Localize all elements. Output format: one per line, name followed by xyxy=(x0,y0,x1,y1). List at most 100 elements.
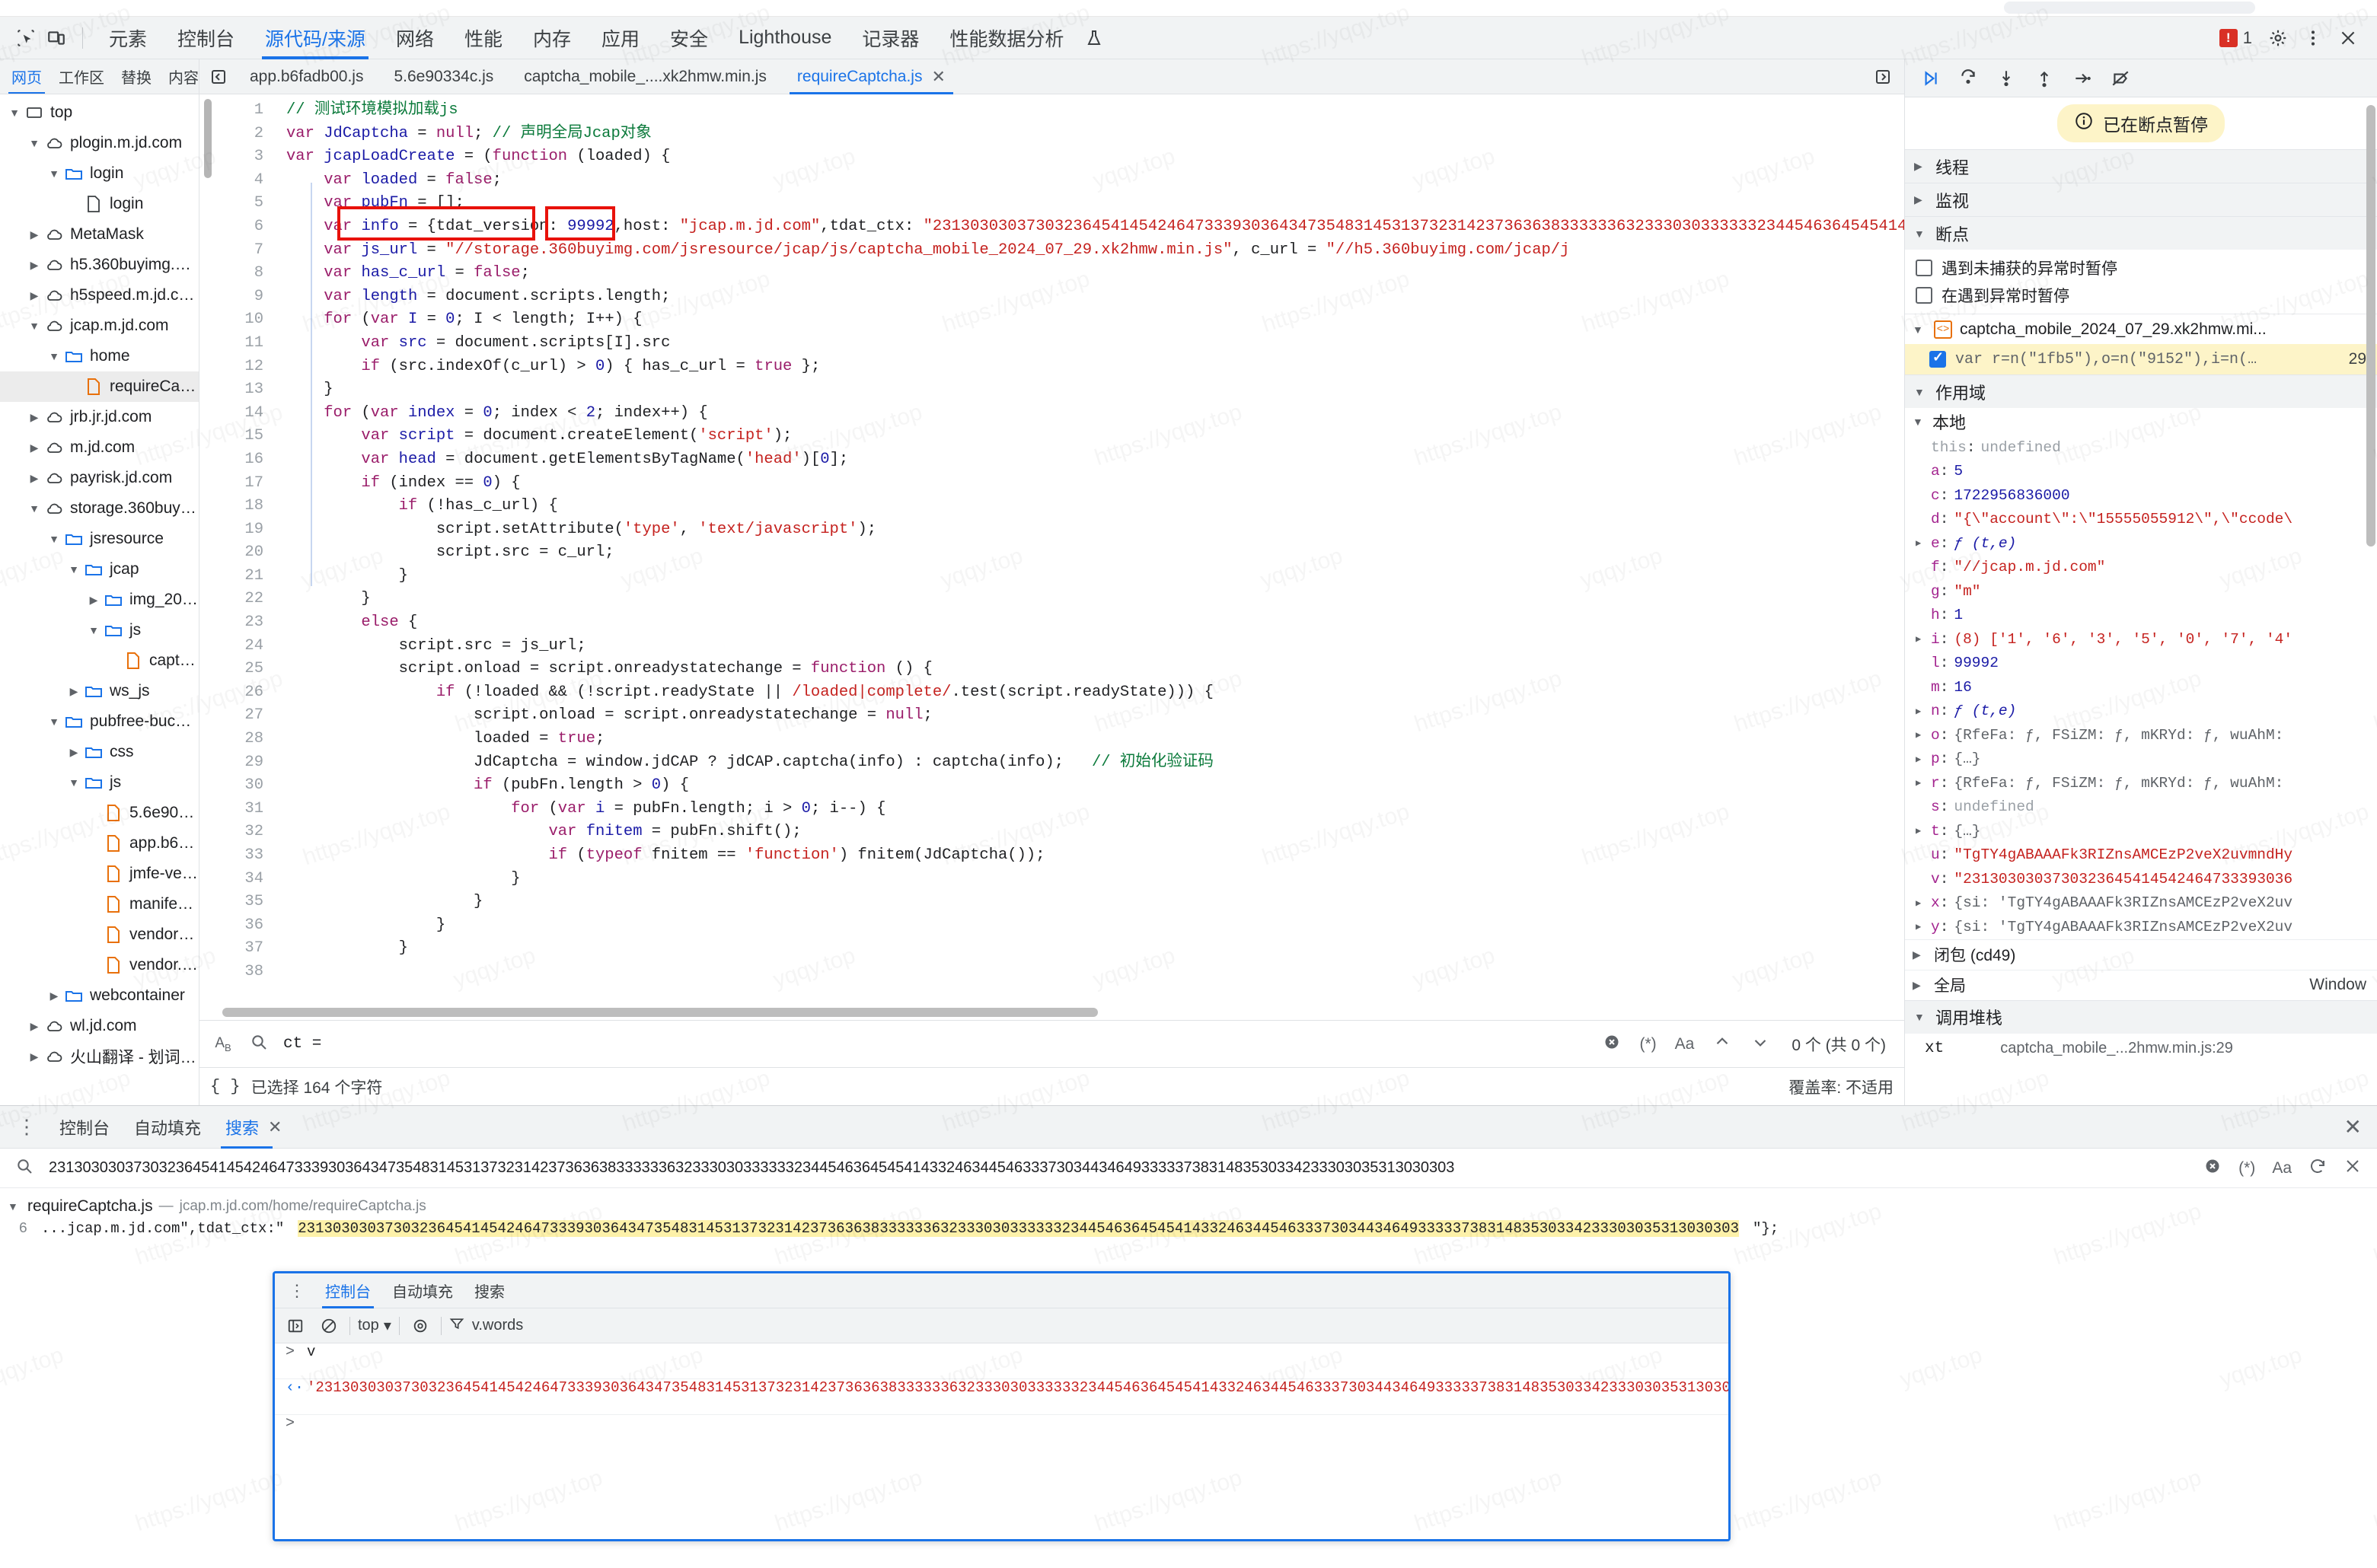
file-tree-item[interactable]: ▼ storage.360buyimg.com xyxy=(0,493,199,524)
file-tree-item[interactable]: ▼ jcap.m.jd.com xyxy=(0,311,199,341)
search-result-file[interactable]: ▼ requireCaptcha.js — jcap.m.jd.com/home… xyxy=(0,1193,2377,1220)
settings-gear-icon[interactable] xyxy=(2263,23,2293,53)
search-close-icon[interactable] xyxy=(2340,1157,2365,1180)
editor-tab-2[interactable]: captcha_mobile_....xk2hmw.min.js xyxy=(509,59,782,94)
scope-closure-group[interactable]: ▶ 闭包 (cd49) xyxy=(1905,939,2377,970)
browser-omnibox-pill[interactable] xyxy=(2004,2,2255,14)
chevron-right-icon[interactable]: ▶ xyxy=(26,1020,43,1033)
more-options-icon[interactable] xyxy=(2298,23,2328,53)
scope-variable-row[interactable]: ▶ n: ƒ (t,e) xyxy=(1905,700,2377,724)
chevron-right-icon[interactable]: ▶ xyxy=(65,746,82,759)
scrollbar-thumb[interactable] xyxy=(204,99,212,178)
experiments-flask-icon[interactable] xyxy=(1079,23,1109,53)
scope-variable-row[interactable]: l:99992 xyxy=(1905,652,2377,676)
file-tree-item[interactable]: vendor-async.9b8ada56.js xyxy=(0,919,199,950)
scope-variable-row[interactable]: ▶ p: {…} xyxy=(1905,747,2377,772)
show-sidebar-icon[interactable] xyxy=(282,1313,308,1339)
find-next-button[interactable] xyxy=(1746,1032,1775,1056)
more-options-icon[interactable]: ⋮ xyxy=(279,1281,314,1301)
step-icon[interactable] xyxy=(2065,62,2100,95)
console-line[interactable]: > v xyxy=(275,1343,1728,1379)
chevron-right-icon[interactable]: ▶ xyxy=(26,228,43,241)
editor-tab-0[interactable]: app.b6fadb00.js xyxy=(235,59,378,94)
chevron-right-icon[interactable]: ▶ xyxy=(26,289,43,302)
drawer-tab-2[interactable]: 搜索 ✕ xyxy=(213,1106,294,1149)
file-tree-item[interactable]: ▶ jrb.jr.jd.com xyxy=(0,402,199,432)
section-threads[interactable]: ▶ 线程 xyxy=(1905,149,2377,183)
devtools-tab-10[interactable]: 性能数据分析 xyxy=(934,17,1079,59)
file-tree-item[interactable]: ▼ jcap xyxy=(0,554,199,585)
file-tree-item[interactable]: ▶ 火山翻译 - 划词和网页翻译 xyxy=(0,1041,199,1072)
file-tree-item[interactable]: app.b6fadb00.js xyxy=(0,828,199,859)
file-tree-item[interactable]: jmfe-vendor.18e1efeb.js xyxy=(0,859,199,889)
scope-variable-row[interactable]: m:16 xyxy=(1905,675,2377,700)
devtools-tab-4[interactable]: 性能 xyxy=(449,17,518,59)
chevron-right-icon[interactable]: ▶ xyxy=(26,259,43,272)
scope-variable-row[interactable]: f: "//jcap.m.jd.com" xyxy=(1905,556,2377,580)
chevron-right-icon[interactable]: ▶ xyxy=(26,441,43,454)
device-toggle-icon[interactable] xyxy=(41,23,72,53)
error-count-badge[interactable]: ! 1 xyxy=(2213,28,2258,48)
chevron-right-icon[interactable]: ▶ xyxy=(85,594,102,607)
file-tree-item[interactable]: login xyxy=(0,189,199,219)
scope-variable-row[interactable]: this: undefined xyxy=(1905,435,2377,460)
navigator-tab-2[interactable]: 替换 xyxy=(113,59,160,94)
file-tree-item[interactable]: ▼ js xyxy=(0,767,199,798)
chevron-right-icon[interactable]: ▶ xyxy=(1916,706,1931,717)
chevron-right-icon[interactable]: ▶ xyxy=(1916,537,1931,549)
scope-variable-row[interactable]: c:1722956836000 xyxy=(1905,483,2377,508)
chevron-right-icon[interactable]: ▶ xyxy=(1916,897,1931,909)
navigator-tab-0[interactable]: 网页 xyxy=(3,59,50,94)
file-tree-item[interactable]: ▶ MetaMask xyxy=(0,219,199,250)
console-filter[interactable]: v.words xyxy=(449,1316,523,1336)
chevron-right-icon[interactable]: ▶ xyxy=(65,685,82,698)
breakpoint-checkbox[interactable] xyxy=(1929,349,1946,368)
editor-tab-3[interactable]: requireCaptcha.js ✕ xyxy=(782,59,961,94)
search-refresh-icon[interactable] xyxy=(2305,1157,2330,1180)
code-viewport[interactable]: 1 // 测试环境模拟加载js 2 var JdCaptcha = null; //… xyxy=(199,94,1904,1020)
file-tree-item[interactable]: ▶ img_20230906 xyxy=(0,585,199,615)
pause-option-checkbox[interactable] xyxy=(1916,287,1932,304)
find-regex-toggle[interactable]: (*) xyxy=(1635,1035,1661,1053)
chevron-right-icon[interactable]: ▶ xyxy=(1916,633,1931,645)
match-case-a-icon[interactable]: AB xyxy=(210,1036,236,1053)
console-context-selector[interactable]: top ▾ xyxy=(358,1316,391,1335)
devtools-tab-1[interactable]: 控制台 xyxy=(162,17,250,59)
console-tab-2[interactable]: 搜索 xyxy=(464,1273,515,1308)
scope-variable-row[interactable]: s: undefined xyxy=(1905,795,2377,820)
file-tree-item[interactable]: ▼ pubfree-bucket/mplogin/prod/ffc xyxy=(0,706,199,737)
scope-variable-row[interactable]: ▶ x: {si: 'TgTY4gABAAAFk3RIZnsAMCEzP2veX2u… xyxy=(1905,891,2377,916)
file-tree-item[interactable]: ▼ js xyxy=(0,615,199,645)
drawer-tab-0[interactable]: 控制台 xyxy=(47,1106,122,1149)
editor-find-input[interactable] xyxy=(282,1034,1590,1053)
chevron-down-icon[interactable]: ▼ xyxy=(46,715,62,728)
editor-tab-1[interactable]: 5.6e90334c.js xyxy=(378,59,509,94)
chevron-right-icon[interactable]: ▶ xyxy=(26,1050,43,1063)
devtools-tab-9[interactable]: 记录器 xyxy=(847,17,934,59)
file-tree-item-selected[interactable]: requireCaptcha.js xyxy=(0,371,199,402)
chevron-down-icon[interactable]: ▼ xyxy=(26,502,43,515)
file-tree-item[interactable]: ▼ top xyxy=(0,97,199,128)
drawer-search-input[interactable] xyxy=(47,1158,2190,1178)
console-line[interactable]: ‹· '2313030303730323645414542464733393036… xyxy=(275,1379,1728,1415)
file-tree-item[interactable]: ▼ home xyxy=(0,341,199,371)
deactivate-breakpoints-icon[interactable] xyxy=(2103,62,2138,95)
chevron-down-icon[interactable]: ▼ xyxy=(85,624,102,636)
code-content[interactable]: 1 // 测试环境模拟加载js 2 var JdCaptcha = null; //… xyxy=(216,94,1904,1020)
file-tree-item[interactable]: ▼ plogin.m.jd.com xyxy=(0,128,199,158)
scope-variable-row[interactable]: a:5 xyxy=(1905,460,2377,484)
file-tree-item[interactable]: ▶ css xyxy=(0,737,199,767)
file-tree-item[interactable]: ▶ h5.360buyimg.com xyxy=(0,250,199,280)
chevron-right-icon[interactable]: ▶ xyxy=(26,411,43,424)
pause-option-0[interactable]: 遇到未捕获的异常时暂停 xyxy=(1905,254,2377,282)
scope-variable-row[interactable]: ▶ y: {si: 'TgTY4gABAAAFk3RIZnsAMCEzP2veX2u… xyxy=(1905,915,2377,939)
chevron-down-icon[interactable]: ▼ xyxy=(6,107,23,119)
drawer-tab-close-icon[interactable]: ✕ xyxy=(268,1117,282,1137)
step-over-icon[interactable] xyxy=(1951,62,1986,95)
section-watch[interactable]: ▶ 监视 xyxy=(1905,183,2377,216)
console-tab-1[interactable]: 自动填充 xyxy=(381,1273,464,1308)
file-tree-item[interactable]: ▶ ws_js xyxy=(0,676,199,706)
file-tree-item[interactable]: manifest.e643d21a.js xyxy=(0,889,199,919)
chevron-down-icon[interactable]: ▼ xyxy=(26,137,43,149)
scope-variable-row[interactable]: g: "m" xyxy=(1905,579,2377,604)
